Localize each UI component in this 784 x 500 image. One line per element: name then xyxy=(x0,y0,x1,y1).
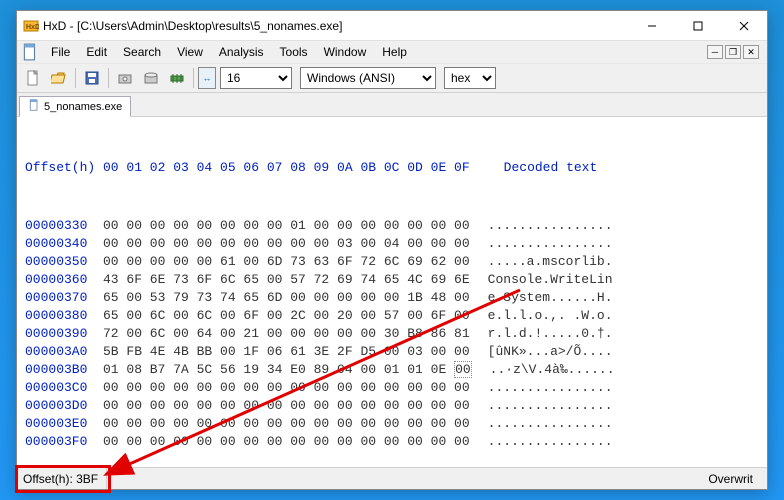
hex-offset: 00000330 xyxy=(25,217,103,235)
hex-row[interactable]: 0000033000 00 00 00 00 00 00 00 01 00 00… xyxy=(25,217,759,235)
hex-bytes[interactable]: 00 00 00 00 00 00 00 00 00 00 00 00 00 0… xyxy=(103,379,470,397)
close-button[interactable] xyxy=(721,11,767,41)
hex-offset: 00000380 xyxy=(25,307,103,325)
open-ram-button[interactable] xyxy=(139,66,163,90)
hex-offset: 000003A0 xyxy=(25,343,103,361)
hex-bytes[interactable]: 5B FB 4E 4B BB 00 1F 06 61 3E 2F D5 00 0… xyxy=(103,343,470,361)
status-bar: Offset(h): 3BF Overwrit xyxy=(17,467,767,489)
menu-search[interactable]: Search xyxy=(115,43,169,61)
toolbar-separator xyxy=(75,68,76,88)
hex-offset: 000003F0 xyxy=(25,433,103,451)
menu-help[interactable]: Help xyxy=(374,43,415,61)
hex-ascii[interactable]: [ûNK»...a>/Õ.... xyxy=(488,343,613,361)
file-tab-label: 5_nonames.exe xyxy=(44,101,122,113)
menu-bar: File Edit Search View Analysis Tools Win… xyxy=(17,41,767,63)
hex-row[interactable]: 000003B001 08 B7 7A 5C 56 19 34 E0 89 04… xyxy=(25,361,759,379)
hex-bytes[interactable]: 00 00 00 00 00 00 00 00 01 00 00 00 00 0… xyxy=(103,217,470,235)
mdi-restore-button[interactable]: ❐ xyxy=(725,45,741,59)
file-tab-icon xyxy=(28,99,40,114)
new-button[interactable] xyxy=(21,66,45,90)
tab-bar: 5_nonames.exe xyxy=(17,93,767,117)
hex-bytes[interactable]: 00 00 00 00 00 61 00 6D 73 63 6F 72 6C 6… xyxy=(103,253,470,271)
encoding-select[interactable]: Windows (ANSI) xyxy=(300,67,436,89)
window-title: HxD - [C:\Users\Admin\Desktop\results\5_… xyxy=(43,19,342,33)
hex-offset: 000003B0 xyxy=(25,361,103,379)
toolbar-separator xyxy=(108,68,109,88)
hex-bytes[interactable]: 00 00 00 00 00 00 00 00 00 00 03 00 04 0… xyxy=(103,235,470,253)
svg-text:HxD: HxD xyxy=(26,24,39,31)
hex-offset: 00000390 xyxy=(25,325,103,343)
hex-ascii[interactable]: ................ xyxy=(488,415,613,433)
hex-offset: 00000360 xyxy=(25,271,103,289)
menu-edit[interactable]: Edit xyxy=(78,43,115,61)
hex-bytes[interactable]: 72 00 6C 00 64 00 21 00 00 00 00 00 30 B… xyxy=(103,325,470,343)
hex-offset: 00000350 xyxy=(25,253,103,271)
status-overwrite: Overwrit xyxy=(700,472,761,486)
hex-row[interactable]: 000003D000 00 00 00 00 00 00 00 00 00 00… xyxy=(25,397,759,415)
hex-caret[interactable]: 00 xyxy=(454,361,472,378)
hex-ascii[interactable]: e.System......H. xyxy=(488,289,613,307)
save-button[interactable] xyxy=(80,66,104,90)
menu-file[interactable]: File xyxy=(43,43,78,61)
hex-offset: 000003C0 xyxy=(25,379,103,397)
hex-ascii[interactable]: .....a.mscorlib. xyxy=(488,253,613,271)
hex-ascii[interactable]: ................ xyxy=(488,433,613,451)
hex-row[interactable]: 0000039072 00 6C 00 64 00 21 00 00 00 00… xyxy=(25,325,759,343)
toolbar-separator xyxy=(193,68,194,88)
hex-bytes[interactable]: 00 00 00 00 00 00 00 00 00 00 00 00 00 0… xyxy=(103,433,470,451)
hex-ascii[interactable]: ................ xyxy=(488,379,613,397)
hex-row[interactable]: 000003E000 00 00 00 00 00 00 00 00 00 00… xyxy=(25,415,759,433)
hex-bytes[interactable]: 00 00 00 00 00 00 00 00 00 00 00 00 00 0… xyxy=(103,415,470,433)
hex-offset: 000003D0 xyxy=(25,397,103,415)
maximize-button[interactable] xyxy=(675,11,721,41)
hex-ascii[interactable]: Console.WriteLin xyxy=(488,271,613,289)
menu-window[interactable]: Window xyxy=(316,43,375,61)
open-process-button[interactable] xyxy=(165,66,189,90)
hex-ascii[interactable]: e.l.l.o.,. .W.o. xyxy=(488,307,613,325)
open-disk-button[interactable] xyxy=(113,66,137,90)
hex-ascii[interactable]: ................ xyxy=(488,217,613,235)
mdi-minimize-button[interactable]: ─ xyxy=(707,45,723,59)
mdi-controls: ─ ❐ ✕ xyxy=(707,45,763,59)
base-select[interactable]: hex xyxy=(444,67,496,89)
hex-bytes[interactable]: 65 00 6C 00 6C 00 6F 00 2C 00 20 00 57 0… xyxy=(103,307,470,325)
mdi-close-button[interactable]: ✕ xyxy=(743,45,759,59)
app-icon: HxD xyxy=(23,18,39,34)
hex-row[interactable]: 0000035000 00 00 00 00 61 00 6D 73 63 6F… xyxy=(25,253,759,271)
hex-offset: 00000340 xyxy=(25,235,103,253)
window-controls xyxy=(629,11,767,41)
hex-ascii[interactable]: r.l.d.!.....0.†. xyxy=(488,325,613,343)
hex-offset: 000003E0 xyxy=(25,415,103,433)
hex-row[interactable]: 000003F000 00 00 00 00 00 00 00 00 00 00… xyxy=(25,433,759,451)
hex-row[interactable]: 000003A05B FB 4E 4B BB 00 1F 06 61 3E 2F… xyxy=(25,343,759,361)
document-icon xyxy=(21,43,39,61)
hex-header: Offset(h)00 01 02 03 04 05 06 07 08 09 0… xyxy=(25,159,759,177)
hex-bytes[interactable]: 43 6F 6E 73 6F 6C 65 00 57 72 69 74 65 4… xyxy=(103,271,470,289)
hex-bytes[interactable]: 01 08 B7 7A 5C 56 19 34 E0 89 04 00 01 0… xyxy=(103,361,472,379)
hex-offset: 00000370 xyxy=(25,289,103,307)
hex-ascii[interactable]: ..·z\V.4à‰...... xyxy=(490,361,615,379)
hex-bytes[interactable]: 00 00 00 00 00 00 00 00 00 00 00 00 00 0… xyxy=(103,397,470,415)
hex-ascii[interactable]: ................ xyxy=(488,397,613,415)
file-tab[interactable]: 5_nonames.exe xyxy=(19,96,131,117)
title-bar: HxD HxD - [C:\Users\Admin\Desktop\result… xyxy=(17,11,767,41)
hex-editor[interactable]: Offset(h)00 01 02 03 04 05 06 07 08 09 0… xyxy=(17,117,767,467)
menu-tools[interactable]: Tools xyxy=(272,43,316,61)
hex-row[interactable]: 0000034000 00 00 00 00 00 00 00 00 00 03… xyxy=(25,235,759,253)
minimize-button[interactable] xyxy=(629,11,675,41)
open-button[interactable] xyxy=(47,66,71,90)
bytes-per-row-arrows[interactable]: ↔ xyxy=(198,67,216,89)
menu-view[interactable]: View xyxy=(169,43,211,61)
bytes-per-row-select[interactable]: 16 xyxy=(220,67,292,89)
toolbar: ↔ 16 Windows (ANSI) hex xyxy=(17,63,767,93)
hex-ascii[interactable]: ................ xyxy=(488,235,613,253)
hex-row[interactable]: 000003C000 00 00 00 00 00 00 00 00 00 00… xyxy=(25,379,759,397)
menu-analysis[interactable]: Analysis xyxy=(211,43,272,61)
status-offset: Offset(h): 3BF xyxy=(23,468,107,489)
hex-row[interactable]: 0000038065 00 6C 00 6C 00 6F 00 2C 00 20… xyxy=(25,307,759,325)
hex-bytes[interactable]: 65 00 53 79 73 74 65 6D 00 00 00 00 00 1… xyxy=(103,289,470,307)
main-window: HxD HxD - [C:\Users\Admin\Desktop\result… xyxy=(16,10,768,490)
hex-row[interactable]: 0000037065 00 53 79 73 74 65 6D 00 00 00… xyxy=(25,289,759,307)
hex-row[interactable]: 0000036043 6F 6E 73 6F 6C 65 00 57 72 69… xyxy=(25,271,759,289)
